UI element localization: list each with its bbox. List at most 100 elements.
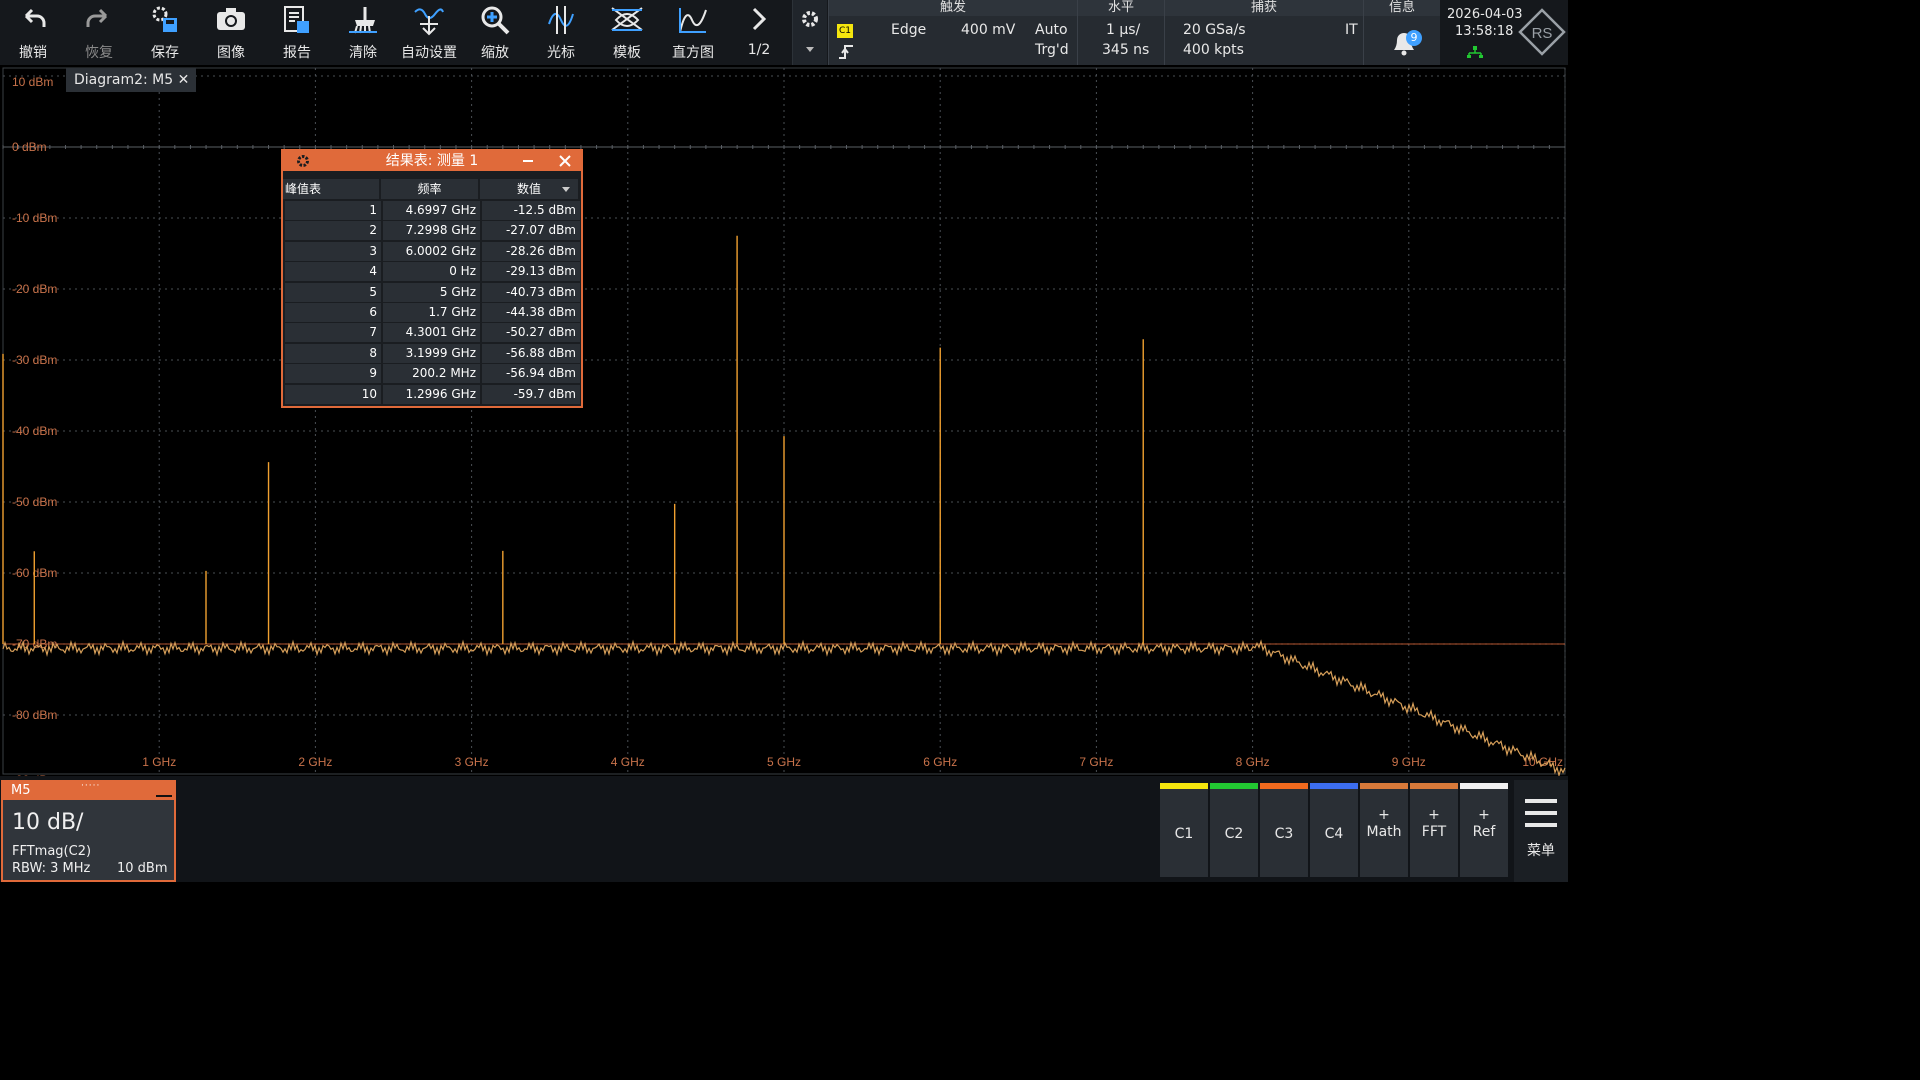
results-title: 结果表: 测量 1 — [385, 153, 479, 169]
results-row[interactable]: 3 6.0002 GHz -28.26 dBm — [285, 241, 581, 261]
trigger-title: 触发 — [829, 0, 1077, 16]
channel-color-bar — [1410, 783, 1458, 789]
info-panel[interactable]: 信息 9 — [1363, 0, 1440, 65]
minimize-button[interactable] — [156, 795, 172, 797]
peak-frequency: 4.3001 GHz — [383, 323, 480, 343]
x-tick-label: 3 GHz — [455, 755, 489, 769]
settings-button[interactable] — [792, 0, 827, 65]
channel-button-c4[interactable]: C4 — [1310, 783, 1358, 877]
acquisition-mode: IT — [1345, 22, 1358, 38]
channel-button-c3[interactable]: C3 — [1260, 783, 1308, 877]
peak-value: -50.27 dBm — [482, 323, 580, 343]
horizontal-title: 水平 — [1078, 0, 1164, 16]
channel-label: Math — [1366, 824, 1402, 840]
acquisition-panel[interactable]: 捕获 20 GSa/s 400 kpts IT — [1164, 0, 1363, 65]
zoom-button[interactable]: 缩放 — [462, 0, 528, 65]
close-icon[interactable] — [559, 155, 571, 167]
save-icon — [152, 6, 177, 32]
peak-index: 7 — [285, 323, 381, 343]
peak-frequency: 1.2996 GHz — [383, 384, 480, 404]
autoset-label: 自动设置 — [401, 45, 457, 61]
image-button[interactable]: 图像 — [198, 0, 264, 65]
x-tick-label: 7 GHz — [1079, 755, 1113, 769]
channel-button-c1[interactable]: C1 — [1160, 783, 1208, 877]
m5-scale: 10 dB/ — [12, 810, 84, 835]
peak-index: 3 — [285, 241, 381, 261]
y-tick-label: 0 dBm — [12, 140, 47, 154]
x-tick-label: 2 GHz — [298, 755, 332, 769]
peak-frequency: 5 GHz — [383, 282, 480, 302]
x-tick-label: 1 GHz — [142, 755, 176, 769]
trigger-level: 400 mV — [961, 22, 1016, 38]
redo-button[interactable]: 恢复 — [66, 0, 132, 65]
results-header-frequency[interactable]: 频率 — [381, 179, 478, 199]
m5-rbw: RBW: 3 MHz — [12, 861, 91, 876]
results-row[interactable]: 1 4.6997 GHz -12.5 dBm — [285, 201, 581, 220]
results-row[interactable]: 6 1.7 GHz -44.38 dBm — [285, 303, 581, 322]
cursor-button[interactable]: 光标 — [528, 0, 594, 65]
results-row[interactable]: 7 4.3001 GHz -50.27 dBm — [285, 323, 581, 343]
undo-icon — [24, 8, 46, 27]
horizontal-position: 345 ns — [1102, 42, 1150, 58]
clear-icon — [349, 7, 377, 34]
channel-button-fft[interactable]: + FFT — [1410, 783, 1458, 877]
spectrum-canvas[interactable]: 10 dBm 0 dBm -10 dBm -20 dBm -30 dBm -40 dBm -… — [0, 66, 1568, 776]
menu-button[interactable]: 菜单 — [1514, 780, 1568, 882]
peak-value: -12.5 dBm — [482, 201, 580, 220]
x-tick-label: 5 GHz — [767, 755, 801, 769]
menu-label: 菜单 — [1527, 843, 1555, 859]
report-button[interactable]: 报告 — [264, 0, 330, 65]
network-icon — [1467, 46, 1483, 58]
results-titlebar[interactable]: 结果表: 测量 1 — [283, 151, 581, 171]
peak-frequency: 1.7 GHz — [383, 303, 480, 322]
peak-value: -27.07 dBm — [482, 221, 580, 241]
m5-reference-level: 10 dBm — [117, 861, 168, 876]
mask-button[interactable]: 模板 — [594, 0, 660, 65]
edge-icon — [839, 45, 853, 59]
horizontal-panel[interactable]: 水平 1 µs/ 345 ns — [1077, 0, 1164, 65]
peak-value: -40.73 dBm — [482, 282, 580, 302]
cursor-label: 光标 — [547, 45, 575, 61]
results-row[interactable]: 8 3.1999 GHz -56.88 dBm — [285, 343, 581, 363]
channel-button-math[interactable]: + Math — [1360, 783, 1408, 877]
autoset-button[interactable]: 自动设置 — [396, 0, 462, 65]
trigger-panel[interactable]: 触发 C1 Edge 400 mV Auto Trg'd — [828, 0, 1077, 65]
y-tick-label: -10 dBm — [12, 211, 57, 225]
results-row[interactable]: 55 GHz -40.73 dBm — [285, 282, 581, 302]
hamburger-icon — [1525, 799, 1557, 827]
peak-index: 2 — [285, 221, 381, 241]
results-table-window[interactable]: 结果表: 测量 1 峰值表 频率 数值 1 4.6997 GHz -12.5 dBm… — [281, 149, 583, 408]
channel-color-bar — [1210, 783, 1258, 789]
clear-button[interactable]: 清除 — [330, 0, 396, 65]
x-tick-label: 9 GHz — [1392, 755, 1426, 769]
zoom-label: 缩放 — [481, 45, 509, 61]
chevron-down-icon — [806, 47, 814, 52]
results-header-value-label: 数值 — [516, 182, 541, 196]
y-tick-label: -20 dBm — [12, 282, 57, 296]
results-row[interactable]: 9 200.2 MHz -56.94 dBm — [285, 364, 581, 384]
peak-index: 4 — [285, 262, 381, 282]
spectrum-plot[interactable]: 10 dBm 0 dBm -10 dBm -20 dBm -30 dBm -40 dBm -… — [0, 66, 1568, 776]
channel-label: Ref — [1472, 824, 1496, 840]
diagram-tab[interactable]: Diagram2: M5 ✕ — [66, 68, 196, 92]
save-label: 保存 — [151, 45, 179, 61]
clear-label: 清除 — [349, 45, 377, 61]
next-page-button[interactable]: 1/2 — [726, 0, 792, 65]
minimize-button[interactable] — [523, 160, 533, 162]
m5-name: M5 — [11, 783, 31, 798]
histogram-button[interactable]: 直方图 — [660, 0, 726, 65]
undo-button[interactable]: 撤销 — [0, 0, 66, 65]
channel-button-ref[interactable]: + Ref — [1460, 783, 1508, 877]
peak-frequency: 7.2998 GHz — [383, 221, 480, 241]
results-row[interactable]: 2 7.2998 GHz -27.07 dBm — [285, 221, 581, 241]
chevron-right-icon — [752, 7, 767, 31]
peak-value: -29.13 dBm — [482, 262, 580, 282]
save-button[interactable]: 保存 — [132, 0, 198, 65]
drag-handle[interactable]: ····· — [81, 781, 99, 791]
results-row[interactable]: 10 1.2996 GHz -59.7 dBm — [285, 384, 581, 404]
math-m5-info-box[interactable]: M5 ····· 10 dB/ FFTmag(C2) RBW: 3 MHz 10… — [1, 780, 176, 882]
results-header-value[interactable]: 数值 — [480, 179, 578, 199]
peak-frequency: 6.0002 GHz — [383, 241, 480, 261]
results-row[interactable]: 40 Hz -29.13 dBm — [285, 262, 581, 282]
channel-button-c2[interactable]: C2 — [1210, 783, 1258, 877]
